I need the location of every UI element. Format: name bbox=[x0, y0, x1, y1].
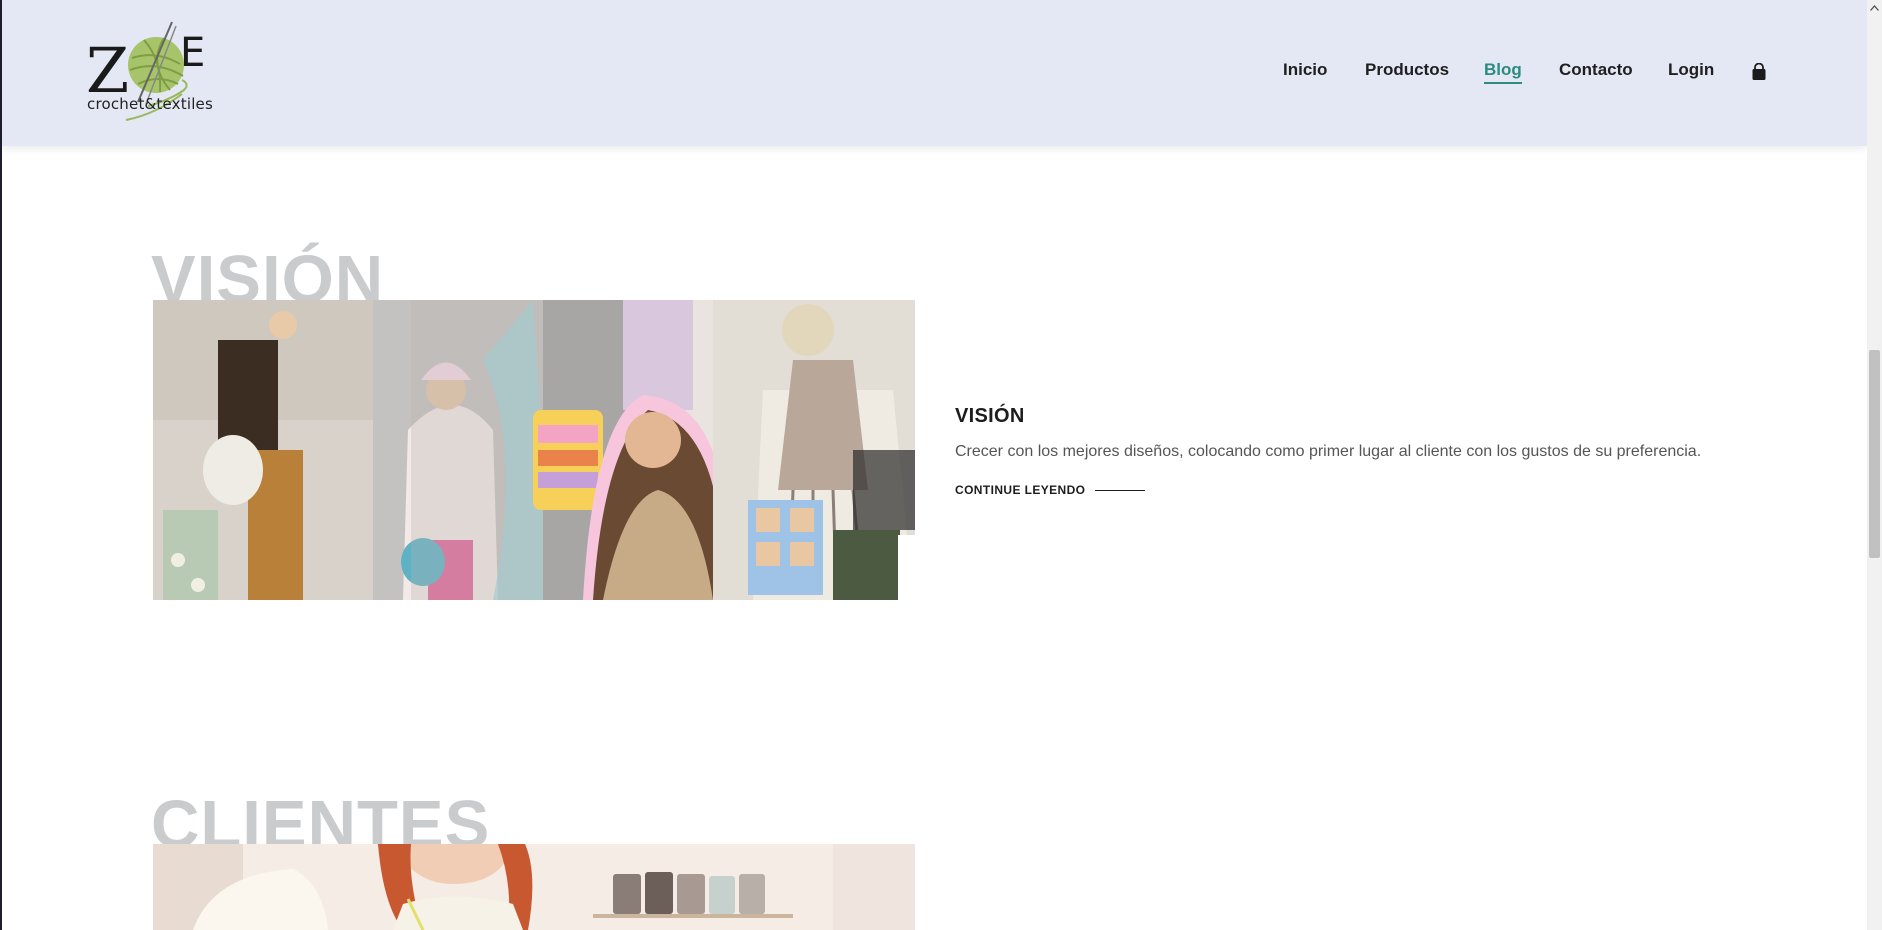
continue-reading-label: CONTINUE LEYENDO bbox=[955, 483, 1086, 497]
page-scrollbar[interactable] bbox=[1867, 0, 1882, 930]
nav-item-contacto[interactable]: Contacto bbox=[1559, 60, 1633, 80]
window-left-edge bbox=[0, 0, 2, 930]
post-title[interactable]: VISIÓN bbox=[955, 405, 1025, 428]
nav-item-login[interactable]: Login bbox=[1668, 60, 1714, 80]
main-nav: Inicio Productos Blog Contacto Login bbox=[0, 60, 1867, 84]
logo-tagline: crochet&textiles bbox=[87, 95, 214, 113]
scrollbar-thumb[interactable] bbox=[1869, 350, 1880, 558]
read-more-line-decoration bbox=[1095, 489, 1146, 491]
nav-item-blog[interactable]: Blog bbox=[1484, 60, 1522, 84]
post-excerpt: Crecer con los mejores diseños, colocand… bbox=[955, 443, 1702, 460]
nav-item-productos[interactable]: Productos bbox=[1365, 60, 1449, 80]
post-image-collage[interactable] bbox=[153, 300, 915, 600]
shopping-bag-icon[interactable] bbox=[1751, 63, 1767, 81]
scroll-up-arrow-icon[interactable] bbox=[1867, 0, 1882, 15]
site-header: Z E crochet&textiles Inicio Productos Bl… bbox=[0, 0, 1867, 146]
continue-reading-link[interactable]: CONTINUE LEYENDO bbox=[955, 483, 1146, 497]
nav-item-inicio[interactable]: Inicio bbox=[1283, 60, 1327, 80]
post-image-clientes[interactable] bbox=[153, 844, 915, 930]
